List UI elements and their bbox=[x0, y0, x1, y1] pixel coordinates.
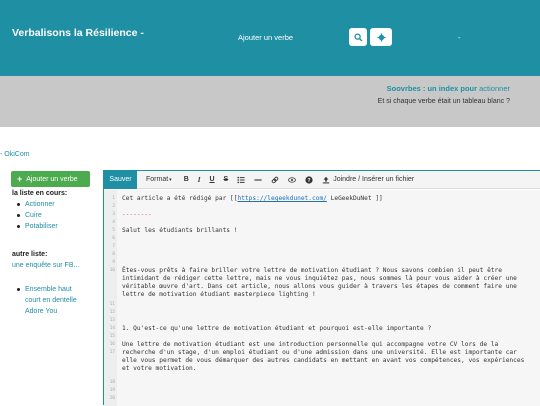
svg-text:?: ? bbox=[308, 177, 311, 183]
line-number: 20 bbox=[109, 396, 115, 401]
editor-link[interactable]: https://legeekdunet.com/ bbox=[237, 195, 326, 202]
line-number: 15 bbox=[109, 334, 115, 339]
format-dropdown[interactable]: Format bbox=[146, 176, 172, 183]
line-number: 11 bbox=[109, 302, 115, 307]
current-list-heading: la liste en cours: bbox=[12, 190, 68, 197]
line-number: 19 bbox=[109, 388, 115, 393]
editor-text: LeGeekDuNet ]] bbox=[326, 195, 383, 202]
line-number: 3 bbox=[112, 212, 115, 217]
line-number: 9 bbox=[112, 260, 115, 265]
line-number: 6 bbox=[112, 236, 115, 241]
strikethrough-button[interactable]: S bbox=[224, 176, 229, 183]
attach-file-button[interactable]: Joindre / Insérer un fichier bbox=[322, 176, 414, 184]
add-verb-link[interactable]: Ajouter un verbe bbox=[238, 33, 293, 42]
underline-button[interactable]: U bbox=[209, 176, 214, 183]
banner-title-link[interactable]: actionner bbox=[479, 84, 510, 93]
list-item[interactable]: Potabiliser bbox=[16, 221, 58, 232]
editor-line: Une lettre de motivation étudiant est un… bbox=[122, 341, 529, 372]
line-number: 2 bbox=[112, 204, 115, 209]
help-button[interactable]: ? bbox=[305, 175, 313, 184]
search-icon bbox=[353, 32, 362, 41]
line-number: 4 bbox=[112, 220, 115, 225]
preview-button[interactable] bbox=[288, 176, 297, 184]
banner-subtitle: Et si chaque verbe était un tableau blan… bbox=[377, 98, 510, 105]
line-number: 13 bbox=[109, 318, 115, 323]
bold-button[interactable]: B bbox=[184, 176, 189, 183]
other-list-link[interactable]: une enquête sur FB... bbox=[12, 262, 79, 269]
italic-button[interactable]: I bbox=[198, 176, 201, 184]
banner-title: Soovrbes : un index pour actionner bbox=[387, 84, 510, 93]
line-number: 17 bbox=[109, 350, 115, 355]
list-item[interactable]: Ensemble haut court en dentelle Adore Yo… bbox=[16, 284, 86, 317]
editor-text: Cet article a été rédigé par [[ bbox=[122, 195, 238, 202]
line-number: 18 bbox=[109, 380, 115, 385]
editor: Sauver Format B I U S ? Joindre / Insére… bbox=[103, 170, 540, 406]
list-item[interactable]: Actionner bbox=[16, 199, 58, 210]
top-header: Verbalisons la Résilience - Ajouter un v… bbox=[0, 0, 540, 76]
breadcrumb[interactable]: - OkiCom bbox=[0, 151, 30, 158]
line-number: 16 bbox=[109, 342, 115, 347]
link-icon bbox=[271, 176, 279, 183]
banner-title-text: Soovrbes : un index pour bbox=[386, 84, 480, 93]
bullet-list-icon bbox=[237, 176, 245, 183]
search-button[interactable] bbox=[349, 28, 367, 46]
editor-line: 1. Qu'est-ce qu'une lettre de motivation… bbox=[122, 325, 432, 332]
line-number: 8 bbox=[112, 252, 115, 257]
editor-toolbar: Sauver Format B I U S ? Joindre / Insére… bbox=[104, 170, 540, 189]
save-button[interactable]: Sauver bbox=[104, 170, 137, 189]
list-item[interactable]: Cuire bbox=[16, 210, 58, 221]
other-list: Ensemble haut court en dentelle Adore Yo… bbox=[16, 284, 86, 317]
eye-icon bbox=[288, 176, 297, 183]
add-verb-button[interactable]: + Ajouter un verbe bbox=[11, 171, 90, 187]
other-list-heading: autre liste: bbox=[12, 251, 48, 258]
horizontal-rule-icon bbox=[254, 178, 262, 181]
settings-button[interactable] bbox=[370, 28, 392, 46]
plus-icon: + bbox=[17, 174, 23, 184]
line-number: 14 bbox=[109, 326, 115, 331]
upload-icon bbox=[323, 176, 330, 183]
editor-line: Salut les étudiants brillants ! bbox=[122, 227, 238, 234]
code-editor[interactable]: 1 2 3 4 5 6 7 8 9 10 11 12 13 14 15 16 1… bbox=[104, 190, 540, 406]
editor-line: Cet article a été rédigé par [[https://l… bbox=[122, 195, 532, 203]
site-title[interactable]: Verbalisons la Résilience - bbox=[12, 27, 144, 39]
line-number: 1 bbox=[112, 196, 115, 201]
header-separator: - bbox=[458, 33, 461, 42]
line-number: 12 bbox=[109, 310, 115, 315]
line-number: 7 bbox=[112, 244, 115, 249]
horizontal-rule-button[interactable] bbox=[254, 176, 262, 184]
banner: Soovrbes : un index pour actionner Et si… bbox=[0, 76, 540, 127]
gear-icon bbox=[376, 32, 386, 42]
line-number: 5 bbox=[112, 228, 115, 233]
add-verb-button-label: Ajouter un verbe bbox=[26, 175, 78, 183]
line-number: 10 bbox=[109, 268, 115, 273]
question-circle-icon: ? bbox=[305, 175, 313, 183]
editor-line: Êtes-vous prêts à faire briller votre le… bbox=[122, 267, 521, 298]
attach-file-label: Joindre / Insérer un fichier bbox=[333, 176, 415, 183]
list-button[interactable] bbox=[237, 176, 245, 184]
current-list: Actionner Cuire Potabiliser bbox=[16, 199, 58, 232]
link-button[interactable] bbox=[271, 176, 279, 184]
editor-line: -------- bbox=[122, 211, 152, 218]
